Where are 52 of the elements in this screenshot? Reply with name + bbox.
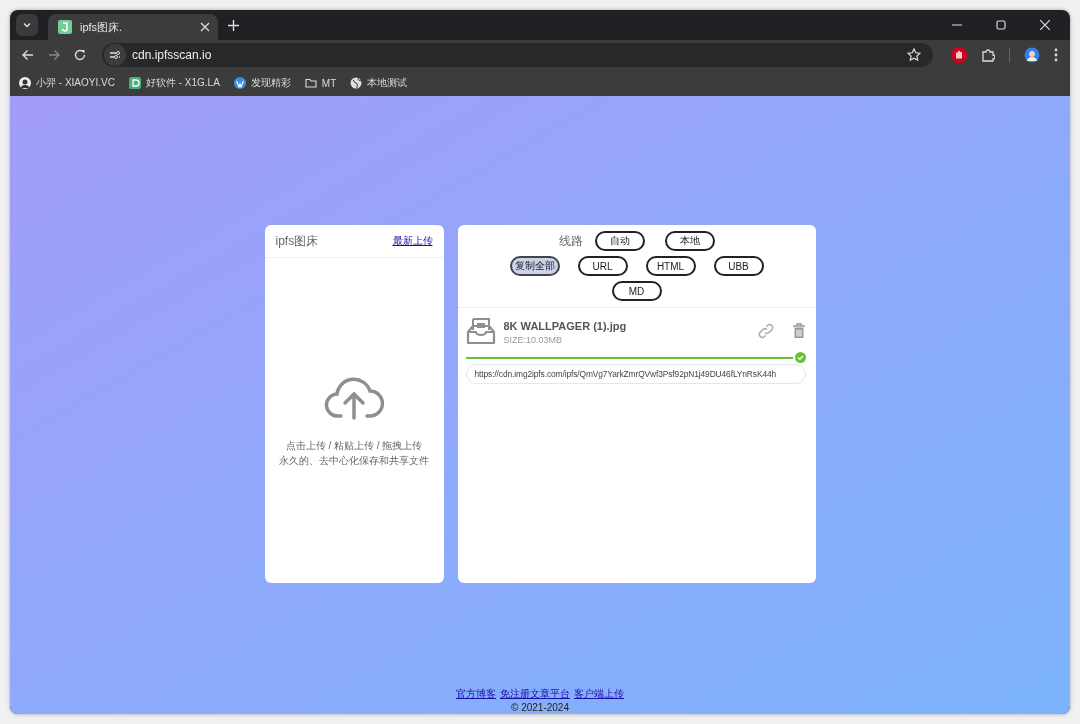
upload-hint: 永久的、去中心化保存和共享文件: [279, 454, 429, 468]
tab-search-button[interactable]: [16, 14, 38, 36]
format-button[interactable]: URL: [577, 256, 628, 276]
bookmark-item[interactable]: 好软件 - X1G.LA: [128, 76, 220, 90]
globe-icon: [350, 77, 363, 89]
file-name: 8K WALLPAGER (1).jpg: [503, 319, 627, 332]
file-url-field[interactable]: https://cdn.img2ipfs.com/ipfs/QmVg7YarkZmrQVwf3Psf92pN1j49DU46fLYnRsK44h: [465, 364, 806, 384]
bookmark-item[interactable]: 小羿 - XIAOYI.VC: [19, 76, 115, 90]
puzzle-piece-icon[interactable]: [981, 48, 995, 62]
person-avatar-icon: [19, 77, 31, 89]
reload-icon[interactable]: [74, 49, 86, 61]
latest-uploads-link[interactable]: 最新上传: [392, 234, 433, 248]
star-icon[interactable]: [907, 48, 921, 62]
close-icon[interactable]: [200, 22, 210, 32]
copyright-text: © 2021-2024: [511, 701, 569, 714]
format-button[interactable]: UBB: [713, 256, 764, 276]
site-favicon-icon: [58, 20, 72, 34]
new-tab-icon[interactable]: [228, 19, 239, 31]
back-arrow-icon[interactable]: [22, 49, 34, 61]
bookmark-item[interactable]: 发现精彩: [233, 76, 291, 90]
bookmark-item[interactable]: MT: [304, 77, 337, 89]
site-settings-icon[interactable]: [104, 44, 126, 66]
address-text: cdn.ipfsscan.io: [132, 48, 212, 62]
app-logo-icon: [128, 77, 141, 89]
file-size: SIZE:10.03MB: [503, 334, 564, 345]
inbox-tray-icon: [465, 316, 496, 346]
folder-icon: [304, 77, 317, 89]
wordpress-logo-icon: [233, 77, 246, 89]
trash-icon[interactable]: [791, 323, 806, 339]
route-button[interactable]: 本地: [664, 231, 715, 251]
route-button[interactable]: 自动: [594, 231, 645, 251]
bookmark-item[interactable]: 本地测试: [350, 76, 408, 90]
route-label: 线路: [558, 232, 583, 250]
tab-title: ipfs图床.: [80, 19, 124, 35]
browser-tab[interactable]: ipfs图床.: [48, 14, 218, 40]
upload-drop-area[interactable]: 点击上传 / 粘贴上传 / 拖拽上传 永久的、去中心化保存和共享文件: [264, 258, 444, 583]
profile-avatar-icon[interactable]: [1024, 47, 1040, 63]
chevron-down-icon: [22, 20, 32, 30]
panel-title: ipfs图床: [275, 232, 319, 250]
format-button[interactable]: HTML: [645, 256, 696, 276]
footer-link[interactable]: 免注册文章平台: [500, 687, 570, 701]
maximize-icon[interactable]: [996, 20, 1006, 30]
cloud-upload-icon: [324, 376, 384, 420]
footer-link[interactable]: 客户端上传: [574, 687, 624, 701]
close-icon[interactable]: [1040, 20, 1050, 30]
more-menu-icon[interactable]: [1054, 48, 1058, 62]
format-button[interactable]: MD: [611, 281, 662, 301]
footer-link[interactable]: 官方博客: [456, 687, 496, 701]
forward-arrow-icon[interactable]: [48, 49, 60, 61]
address-bar[interactable]: cdn.ipfsscan.io: [102, 43, 933, 67]
upload-hint: 点击上传 / 粘贴上传 / 拖拽上传: [284, 439, 424, 453]
format-button[interactable]: 复制全部: [509, 256, 560, 276]
